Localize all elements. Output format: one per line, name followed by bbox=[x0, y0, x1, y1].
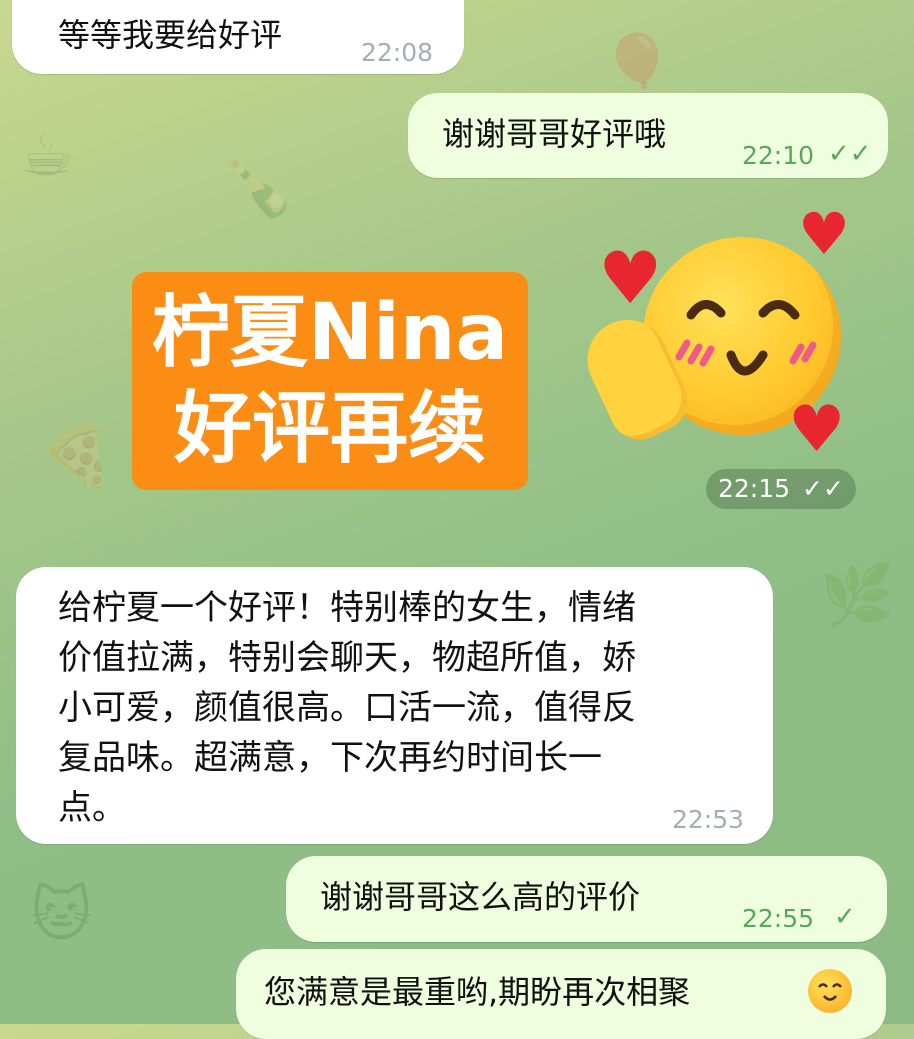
message-time: 22:55 bbox=[742, 904, 815, 933]
message-bubble-incoming[interactable]: 给柠夏一个好评！特别棒的女生，情绪 价值拉满，特别会聊天，物超所值，娇 小可爱，… bbox=[16, 567, 773, 844]
double-check-icon: ✓✓ bbox=[802, 474, 844, 503]
message-text: 等等我要给好评 bbox=[58, 16, 283, 54]
background-doodle-icon: 🐱 bbox=[30, 880, 93, 950]
message-time: 22:53 bbox=[672, 805, 745, 834]
background-doodle-icon: ☕ bbox=[20, 120, 74, 190]
message-text-line: 小可爱，颜值很高。口活一流，值得反 bbox=[58, 688, 636, 728]
background-doodle-icon: 🍾 bbox=[220, 151, 295, 221]
message-text: 谢谢哥哥这么高的评价 bbox=[320, 878, 641, 916]
message-text-line: 复品味。超满意，下次再约时间长一 bbox=[58, 738, 602, 778]
message-time: 22:10 bbox=[742, 141, 815, 170]
smiling-face-emoji-icon bbox=[808, 969, 852, 1013]
message-bubble-outgoing[interactable]: 谢谢哥哥这么高的评价 22:55 ✓ bbox=[286, 856, 887, 942]
message-text-line: 点。 bbox=[58, 788, 126, 828]
sticker-image[interactable]: 柠夏Nina 好评再续 bbox=[132, 272, 528, 490]
background-doodle-icon: 🎈 bbox=[600, 31, 675, 101]
message-bubble-outgoing[interactable]: 谢谢哥哥好评哦 22:10 ✓✓ bbox=[408, 93, 888, 178]
sticker-time-pill: 22:15 ✓✓ bbox=[706, 469, 856, 509]
message-text-line: 价值拉满，特别会聊天，物超所值，娇 bbox=[58, 638, 636, 678]
single-check-icon: ✓ bbox=[834, 902, 856, 932]
background-doodle-icon: 🍕 bbox=[40, 421, 115, 491]
double-check-icon: ✓✓ bbox=[828, 139, 872, 169]
background-doodle-icon: 🌿 bbox=[820, 561, 895, 631]
message-text-line: 给柠夏一个好评！特别棒的女生，情绪 bbox=[58, 588, 636, 628]
message-time: 22:15 bbox=[718, 474, 791, 503]
message-bubble-incoming[interactable]: 等等我要给好评 22:08 bbox=[12, 0, 464, 74]
heart-icon: ♥ bbox=[798, 200, 850, 268]
heart-icon: ♥ bbox=[788, 393, 846, 467]
message-text: 您满意是最重哟,期盼再次相聚 bbox=[264, 973, 691, 1011]
heart-icon: ♥ bbox=[598, 236, 663, 320]
sticker-text-line: 柠夏Nina bbox=[151, 288, 509, 378]
message-time: 22:08 bbox=[361, 38, 434, 67]
sticker-text-line: 好评再续 bbox=[173, 384, 486, 474]
message-text: 谢谢哥哥好评哦 bbox=[442, 115, 667, 153]
message-bubble-outgoing[interactable]: 您满意是最重哟,期盼再次相聚 bbox=[236, 949, 886, 1039]
